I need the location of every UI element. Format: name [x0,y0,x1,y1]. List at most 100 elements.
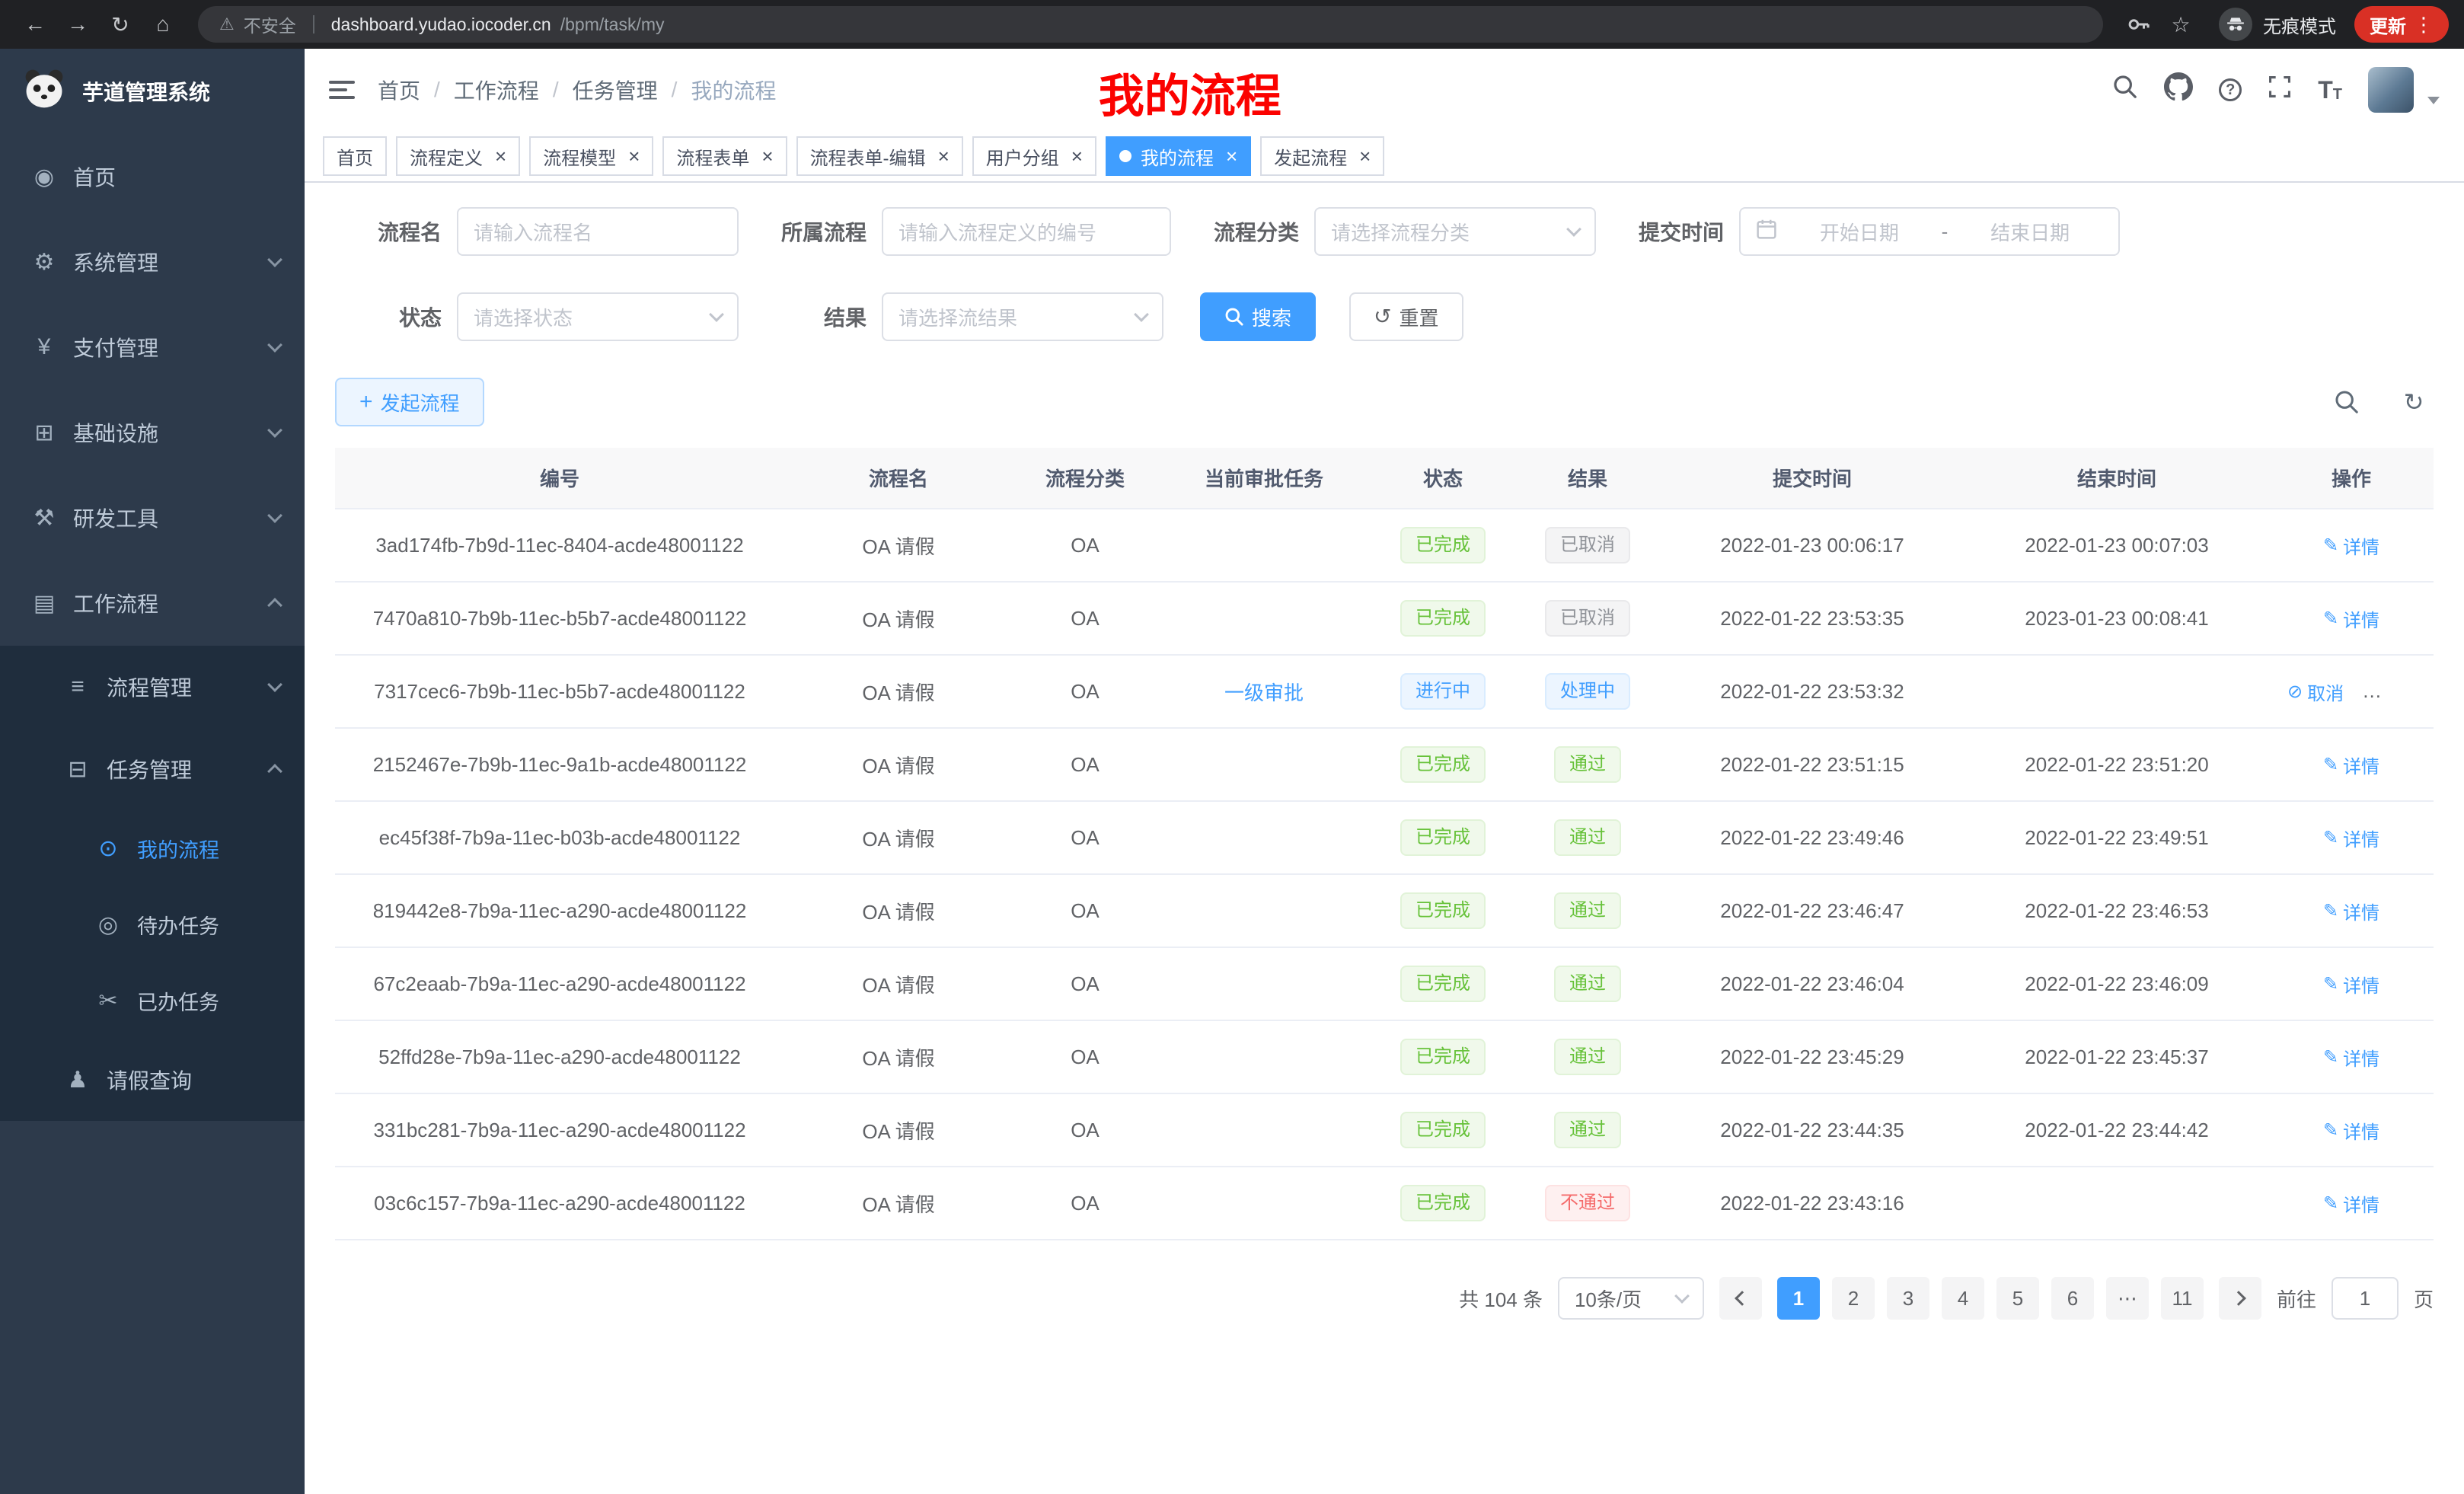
back-icon[interactable]: ← [15,5,55,44]
tab-4[interactable]: 流程表单-编辑× [796,136,963,176]
tab-3[interactable]: 流程表单× [662,136,787,176]
table-cell: 7470a810-7b9b-11ec-b5b7-acde48001122 [335,582,784,655]
bookmark-star-icon[interactable]: ☆ [2161,5,2201,44]
page-button[interactable]: 6 [2051,1277,2094,1320]
table-cell: OA 请假 [784,874,1013,947]
detail-link[interactable]: ✎详情 [2323,1044,2379,1071]
close-icon[interactable]: × [1359,146,1371,166]
breadcrumb-separator: / [672,78,678,102]
goto-page-input[interactable]: 1 [2332,1277,2399,1320]
next-page-button[interactable] [2219,1277,2261,1320]
address-bar[interactable]: ⚠ 不安全 dashboard.yudao.iocoder.cn/bpm/tas… [198,6,2103,43]
chevron-down-icon [1134,307,1149,322]
reload-icon[interactable]: ↻ [101,5,140,44]
page-button[interactable]: 5 [1996,1277,2039,1320]
incognito-label: 无痕模式 [2263,11,2336,38]
action-label: 详情 [2343,1190,2379,1217]
process-definition-input[interactable]: 请输入流程定义的编号 [882,207,1171,256]
detail-link[interactable]: ✎详情 [2323,1190,2379,1217]
sidebar-item-payment-mgmt[interactable]: ¥支付管理 [0,305,305,390]
forward-icon[interactable]: → [58,5,97,44]
cancel-link[interactable]: ⊘取消 [2287,678,2344,705]
table-cell [1964,1167,2269,1240]
close-icon[interactable]: × [761,146,773,166]
tab-1[interactable]: 流程定义× [396,136,520,176]
close-icon[interactable]: × [1071,146,1083,166]
page-button[interactable]: 1 [1777,1277,1820,1320]
github-icon[interactable] [2164,72,2193,107]
close-icon[interactable]: × [938,146,950,166]
home-icon[interactable]: ⌂ [143,5,183,44]
kebab-menu-icon[interactable]: ⋮ [2414,13,2434,37]
sidebar-item-done-task[interactable]: ✂已办任务 [0,962,305,1039]
detail-link[interactable]: ✎详情 [2323,898,2379,924]
sidebar-item-home[interactable]: ◉首页 [0,134,305,219]
action-label: 详情 [2343,532,2379,559]
search-icon[interactable] [2112,74,2138,106]
detail-link[interactable]: ✎详情 [2323,605,2379,632]
page-button[interactable]: 3 [1887,1277,1929,1320]
hamburger-icon[interactable] [329,76,356,104]
table-cell: ⊘取消✎详情 [2269,655,2434,728]
toggle-search-icon[interactable] [2327,382,2367,422]
update-button[interactable]: 更新 ⋮ [2354,6,2449,43]
page-button[interactable]: 11 [2161,1277,2204,1320]
reset-button[interactable]: ↺ 重置 [1349,292,1463,341]
page-button[interactable]: 2 [1832,1277,1875,1320]
reset-icon: ↺ [1374,306,1391,327]
password-key-icon[interactable] [2118,5,2158,44]
table-cell: OA [1013,947,1157,1020]
sidebar-item-system-mgmt[interactable]: ⚙系统管理 [0,219,305,305]
user-avatar[interactable] [2368,67,2414,113]
table-cell [1157,728,1371,801]
detail-link[interactable]: ✎详情 [2323,752,2379,778]
sidebar-item-process-mgmt[interactable]: ≡流程管理 [0,646,305,728]
caret-down-icon[interactable] [2427,97,2440,104]
close-icon[interactable]: × [1226,146,1237,166]
ellipsis-page-button[interactable]: ⋯ [2106,1277,2149,1320]
fullscreen-icon[interactable] [2268,75,2292,105]
close-icon[interactable]: × [628,146,640,166]
breadcrumb-item[interactable]: 首页 [378,75,420,105]
sidebar-item-workflow[interactable]: ▤工作流程 [0,560,305,646]
tab-6[interactable]: 我的流程× [1106,136,1251,176]
process-name-input[interactable]: 请输入流程名 [457,207,739,256]
create-process-button[interactable]: + 发起流程 [335,378,484,426]
refresh-table-icon[interactable]: ↻ [2394,382,2434,422]
sidebar-item-label: 请假查询 [107,1065,192,1095]
breadcrumb-item[interactable]: 任务管理 [573,75,658,105]
table-cell [1157,874,1371,947]
tab-5[interactable]: 用户分组× [972,136,1096,176]
close-icon[interactable]: × [495,146,506,166]
sidebar-item-my-process[interactable]: ⊙我的流程 [0,810,305,886]
result-select[interactable]: 请选择流结果 [882,292,1163,341]
prev-page-button[interactable] [1719,1277,1762,1320]
sidebar-item-infrastructure[interactable]: ⊞基础设施 [0,390,305,475]
search-button[interactable]: 搜索 [1200,292,1316,341]
sidebar-item-dev-tools[interactable]: ⚒研发工具 [0,475,305,560]
category-select[interactable]: 请选择流程分类 [1314,207,1596,256]
detail-link[interactable]: ✎详情 [2323,825,2379,851]
tab-7[interactable]: 发起流程× [1260,136,1384,176]
page-button[interactable]: 4 [1942,1277,1984,1320]
page-size-select[interactable]: 10条/页 [1558,1277,1704,1320]
tab-0[interactable]: 首页 [323,136,387,176]
breadcrumb-item[interactable]: 工作流程 [454,75,539,105]
font-size-icon[interactable]: TT [2318,78,2342,102]
calendar-icon [1756,219,1777,245]
sidebar-item-leave-query[interactable]: ♟请假查询 [0,1039,305,1121]
table-toolbar: + 发起流程 ↻ [335,378,2434,426]
detail-link[interactable]: ✎详情 [2323,1117,2379,1144]
help-icon[interactable]: ? [2219,78,2242,101]
date-range-picker[interactable]: 开始日期 - 结束日期 [1739,207,2120,256]
current-task-link[interactable]: 一级审批 [1224,682,1304,704]
sidebar-item-todo-task[interactable]: ◎待办任务 [0,886,305,962]
pagination-total: 共 104 条 [1459,1285,1543,1313]
detail-link[interactable]: ✎详情 [2323,532,2379,559]
action-label: 详情 [2343,825,2379,851]
status-select[interactable]: 请选择状态 [457,292,739,341]
sidebar-item-task-mgmt[interactable]: ⊟任务管理 [0,728,305,810]
app-logo: 芋道管理系统 [0,49,305,134]
detail-link[interactable]: ✎详情 [2323,971,2379,998]
tab-2[interactable]: 流程模型× [529,136,653,176]
